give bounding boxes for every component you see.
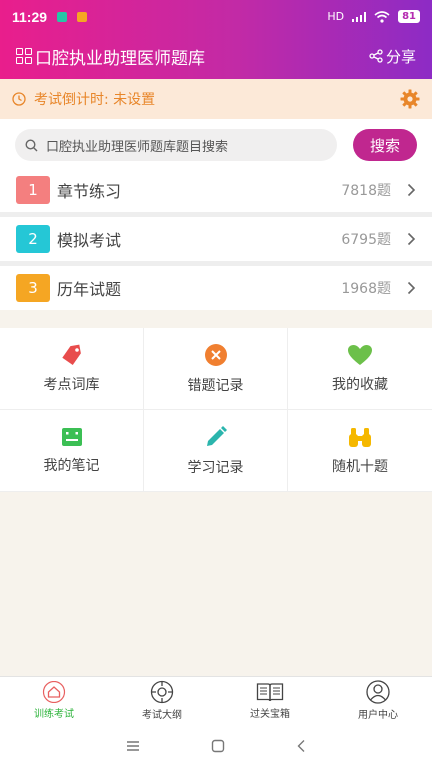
tab-exam-syllabus[interactable]: 考试大纲	[108, 677, 216, 724]
tool-keyword-bank[interactable]: 考点词库	[0, 328, 144, 410]
row-label: 历年试题	[57, 280, 122, 299]
user-icon	[366, 680, 390, 704]
row-number-badge: 3	[16, 274, 50, 302]
search-input[interactable]: 口腔执业助理医师题库题目搜索	[15, 129, 337, 161]
chat-notification-icon	[57, 11, 68, 22]
tab-training-exam[interactable]: 训练考试	[0, 677, 108, 724]
signal-icon	[352, 11, 367, 22]
clock-icon	[12, 92, 26, 106]
gear-icon[interactable]	[400, 89, 420, 109]
menu-row-mock-exam[interactable]: 2 模拟考试 6795题	[0, 217, 432, 261]
book-icon	[256, 683, 284, 702]
chevron-right-icon	[407, 281, 416, 295]
home-icon	[42, 681, 66, 703]
tool-label: 考点词库	[43, 376, 100, 393]
home-button-icon[interactable]	[211, 739, 225, 753]
system-nav-bar	[0, 724, 432, 768]
compass-icon	[150, 680, 174, 704]
share-icon	[369, 49, 383, 63]
tool-label: 我的笔记	[43, 457, 100, 474]
app-notification-icon	[77, 11, 88, 22]
tab-label: 考试大纲	[142, 710, 182, 721]
tools-grid: 考点词库 错题记录 我的收藏 我的笔记 学习记录 随机十题	[0, 328, 432, 492]
binoculars-icon	[349, 427, 371, 447]
tool-favorites[interactable]: 我的收藏	[288, 328, 432, 410]
battery-icon: 81	[398, 10, 420, 23]
search-placeholder: 口腔执业助理医师题库题目搜索	[46, 139, 229, 155]
share-label: 分享	[385, 47, 416, 66]
tool-label: 错题记录	[187, 377, 244, 394]
tag-icon	[61, 344, 81, 365]
row-label: 章节练习	[57, 182, 122, 201]
exam-countdown-bar[interactable]: 考试倒计时: 未设置	[0, 79, 432, 119]
tool-label: 学习记录	[187, 459, 244, 476]
row-number-badge: 2	[16, 225, 50, 253]
search-button[interactable]: 搜索	[353, 129, 417, 161]
row-count: 1968题	[341, 281, 391, 297]
status-bar: 11:29 HD 81	[0, 0, 432, 33]
menu-icon[interactable]	[126, 740, 140, 752]
chevron-right-icon	[407, 232, 416, 246]
tab-treasure-box[interactable]: 过关宝箱	[216, 677, 324, 724]
signal-label: HD	[327, 10, 345, 23]
tab-label: 训练考试	[34, 709, 74, 720]
share-button[interactable]: 分享	[369, 46, 416, 67]
menu-row-chapter-practice[interactable]: 1 章节练习 7818题	[0, 168, 432, 212]
row-count: 6795题	[341, 232, 391, 248]
tab-label: 用户中心	[358, 710, 398, 721]
tool-study-history[interactable]: 学习记录	[144, 410, 288, 492]
tool-random-ten[interactable]: 随机十题	[288, 410, 432, 492]
pencil-icon	[206, 425, 227, 446]
close-circle-icon	[204, 343, 227, 366]
countdown-text: 考试倒计时: 未设置	[34, 92, 156, 108]
chevron-right-icon	[407, 183, 416, 197]
notebook-icon	[61, 427, 82, 446]
tool-label: 随机十题	[332, 458, 388, 475]
row-label: 模拟考试	[57, 231, 122, 250]
bottom-tab-bar: 训练考试 考试大纲 过关宝箱 用户中心	[0, 676, 432, 724]
search-icon	[25, 138, 38, 151]
grid-icon	[16, 48, 32, 64]
tab-user-center[interactable]: 用户中心	[324, 677, 432, 724]
back-icon[interactable]	[296, 739, 306, 753]
row-count: 7818题	[341, 183, 391, 199]
row-number-badge: 1	[16, 176, 50, 204]
menu-row-past-exams[interactable]: 3 历年试题 1968题	[0, 266, 432, 310]
app-header: 11:29 HD 81 口腔执业助理医师题库 分享	[0, 0, 432, 79]
page-title: 口腔执业助理医师题库	[35, 48, 205, 69]
wifi-icon	[374, 10, 390, 23]
tool-notes[interactable]: 我的笔记	[0, 410, 144, 492]
tool-wrong-answers[interactable]: 错题记录	[144, 328, 288, 410]
tab-label: 过关宝箱	[250, 709, 290, 720]
heart-icon	[348, 344, 372, 365]
tool-label: 我的收藏	[332, 376, 388, 393]
search-row: 口腔执业助理医师题库题目搜索 搜索	[0, 119, 432, 171]
status-time: 11:29	[12, 8, 48, 25]
